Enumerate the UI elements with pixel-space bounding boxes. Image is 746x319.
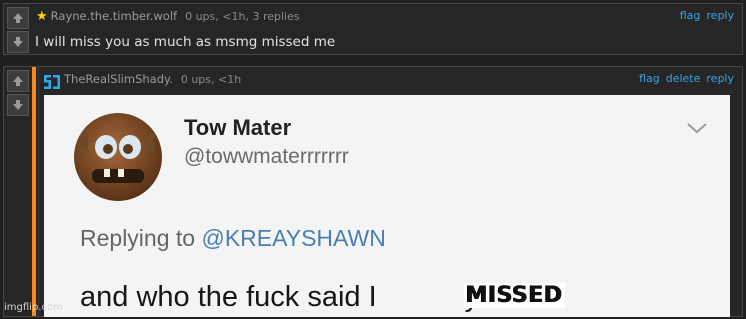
vote-controls <box>7 70 29 118</box>
downvote-button[interactable] <box>7 31 29 53</box>
reply-indent-bar <box>32 67 36 316</box>
chevron-down-icon <box>687 123 707 134</box>
caption-overlay: MISSED <box>464 283 566 308</box>
star-icon: ★ <box>36 9 48 24</box>
upvote-button[interactable] <box>7 7 29 29</box>
comment: TheRealSlimShady. 0 ups, <1h flag delete re… <box>3 66 743 317</box>
imgflip-watermark: imgflip.com <box>4 302 63 313</box>
vote-controls <box>7 7 29 55</box>
comment-text: I will miss you as much as msmg missed m… <box>35 34 336 50</box>
comment-actions: flag reply <box>674 9 734 22</box>
comment-meta: 0 ups, <1h <box>180 73 242 86</box>
arrow-down-icon <box>13 100 23 110</box>
tweet-handle: @towwmaterrrrrrr <box>184 145 349 168</box>
upvote-button[interactable] <box>7 70 29 92</box>
flag-link[interactable]: flag <box>680 9 701 22</box>
reply-link[interactable]: reply <box>706 9 734 22</box>
tweet-display-name: Tow Mater <box>184 115 292 140</box>
arrow-down-icon <box>13 37 23 47</box>
username-link[interactable]: Rayne.the.timber.wolf <box>51 9 177 23</box>
arrow-up-icon <box>13 13 23 23</box>
tweet-text: and who the fuck said Iyou? <box>80 281 528 314</box>
comment: ★ Rayne.the.timber.wolf 0 ups, <1h, 3 repl… <box>3 3 743 55</box>
reply-indent-line <box>38 67 39 316</box>
comment-header: TheRealSlimShady. 0 ups, <1h flag delete re… <box>64 72 734 88</box>
replying-prefix: Replying to <box>80 225 202 251</box>
tow-mater-avatar <box>74 113 162 201</box>
replying-to-line: Replying to @KREAYSHAWN <box>80 225 386 252</box>
reply-link[interactable]: reply <box>706 72 734 85</box>
replying-mention: @KREAYSHAWN <box>201 225 386 251</box>
truck-face-icon <box>82 133 154 183</box>
username-link[interactable]: TheRealSlimShady. <box>64 72 173 86</box>
meme-image[interactable]: Tow Mater @towwmaterrrrrrr Replying to @… <box>44 95 730 317</box>
arrow-up-icon <box>13 76 23 86</box>
flag-link[interactable]: flag <box>639 72 660 85</box>
comment-actions: flag delete reply <box>633 72 734 85</box>
comment-header: ★ Rayne.the.timber.wolf 0 ups, <1h, 3 repl… <box>36 9 734 25</box>
downvote-button[interactable] <box>7 94 29 116</box>
delete-link[interactable]: delete <box>666 72 701 85</box>
comment-meta: 0 ups, <1h, 3 replies <box>185 10 300 23</box>
tweet-text-start: and who the fuck said I <box>80 281 377 313</box>
mod-logo-icon <box>44 75 60 89</box>
